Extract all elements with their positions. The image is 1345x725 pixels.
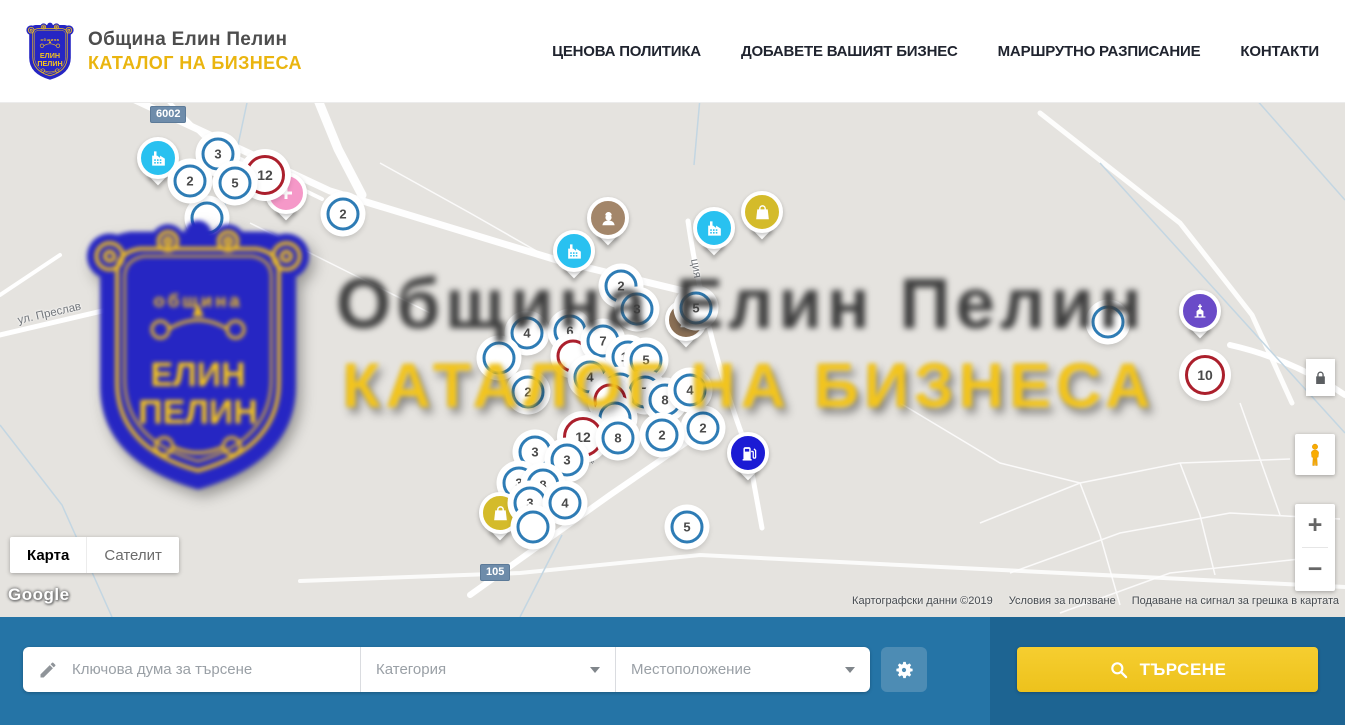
pencil-icon — [38, 660, 58, 680]
map-type-control: Карта Сателит — [10, 537, 179, 573]
map-attribution: Картографски данни ©2019 Условия за полз… — [852, 595, 1339, 607]
map-type-map-button[interactable]: Карта — [10, 537, 86, 573]
brand-title: Община Елин Пелин — [88, 28, 302, 52]
cluster-marker[interactable]: 8 — [602, 422, 635, 455]
municipality-crest-icon — [26, 21, 74, 81]
cluster-marker[interactable] — [517, 511, 550, 544]
keyword-search-input[interactable] — [70, 660, 345, 679]
zoom-control: + − — [1295, 504, 1335, 591]
factory-pin[interactable] — [553, 230, 595, 272]
search-button-label: ТЪРСЕНЕ — [1140, 660, 1227, 680]
cluster-marker[interactable]: 2 — [327, 198, 360, 231]
factory-icon — [553, 230, 595, 272]
cluster-marker[interactable]: 5 — [671, 511, 704, 544]
main-nav: ЦЕНОВА ПОЛИТИКА ДОБАВЕТЕ ВАШИЯТ БИЗНЕС М… — [552, 43, 1319, 60]
cluster-marker[interactable]: 2 — [646, 419, 679, 452]
factory-pin[interactable] — [137, 137, 179, 179]
pegman-button[interactable] — [1295, 434, 1335, 475]
cluster-marker[interactable]: 2 — [512, 376, 545, 409]
factory-icon — [137, 137, 179, 179]
cluster-marker[interactable] — [1092, 306, 1125, 339]
church-pin[interactable] — [1179, 290, 1221, 332]
attribution-copyright: Картографски данни ©2019 — [852, 595, 993, 607]
cluster-marker[interactable] — [191, 202, 224, 235]
cluster-marker[interactable]: 2 — [687, 412, 720, 445]
fuel-pin[interactable] — [727, 432, 769, 474]
cluster-marker[interactable]: 12 — [245, 155, 285, 195]
location-select[interactable]: Местоположение — [615, 647, 870, 692]
lock-icon — [1314, 370, 1327, 386]
nav-add-your-business[interactable]: ДОБАВЕТЕ ВАШИЯТ БИЗНЕС — [741, 43, 958, 60]
chevron-down-icon — [590, 667, 600, 673]
gear-icon — [893, 659, 915, 681]
shopping-pin[interactable] — [741, 191, 783, 233]
zoom-in-button[interactable]: + — [1295, 504, 1335, 547]
cluster-marker[interactable]: 5 — [630, 344, 663, 377]
site-logo[interactable]: Община Елин Пелин КАТАЛОГ НА БИЗНЕСА — [26, 21, 302, 81]
nav-contacts[interactable]: КОНТАКТИ — [1240, 43, 1319, 60]
church-icon — [1179, 290, 1221, 332]
search-fields-group: Категория Местоположение — [23, 647, 870, 692]
cluster-marker[interactable] — [483, 342, 516, 375]
search-icon — [1109, 660, 1129, 680]
cluster-marker[interactable]: 2 — [174, 165, 207, 198]
attribution-report-error-link[interactable]: Подаване на сигнал за грешка в картата — [1132, 595, 1339, 607]
factory-icon — [693, 207, 735, 249]
cluster-marker[interactable]: 3 — [519, 436, 552, 469]
cluster-marker[interactable]: 5 — [219, 167, 252, 200]
search-button[interactable]: ТЪРСЕНЕ — [1017, 647, 1318, 692]
attribution-terms-link[interactable]: Условия за ползване — [1009, 595, 1116, 607]
bag-icon — [741, 191, 783, 233]
cluster-marker[interactable]: 4 — [549, 487, 582, 520]
location-select-value: Местоположение — [631, 661, 751, 678]
keyword-field — [23, 647, 360, 692]
map-canvas[interactable]: 6002105ул. Преславциябул. „Новосел 32125… — [0, 103, 1345, 617]
google-logo[interactable]: Google — [8, 585, 70, 605]
header: Община Елин Пелин КАТАЛОГ НА БИЗНЕСА ЦЕН… — [0, 0, 1345, 103]
cluster-marker[interactable]: 10 — [1185, 355, 1225, 395]
cluster-marker[interactable]: 3 — [621, 293, 654, 326]
chevron-down-icon — [845, 667, 855, 673]
advanced-search-button[interactable] — [881, 647, 927, 692]
marker-layer: 32125223546713542278421282333834510 — [0, 103, 1345, 617]
map-type-satellite-button[interactable]: Сателит — [86, 537, 179, 573]
category-select[interactable]: Категория — [360, 647, 615, 692]
cluster-marker[interactable]: 4 — [511, 317, 544, 350]
cluster-marker[interactable]: 5 — [680, 292, 713, 325]
search-bar: Категория Местоположение ТЪРСЕНЕ — [0, 617, 1345, 725]
cluster-marker[interactable]: 3 — [551, 444, 584, 477]
cluster-marker[interactable]: 4 — [674, 374, 707, 407]
nav-pricing-policy[interactable]: ЦЕНОВА ПОЛИТИКА — [552, 43, 701, 60]
pegman-icon — [1306, 442, 1324, 468]
fuel-icon — [727, 432, 769, 474]
factory-pin[interactable] — [693, 207, 735, 249]
zoom-out-button[interactable]: − — [1295, 548, 1335, 591]
brand-subtitle: КАТАЛОГ НА БИЗНЕСА — [88, 52, 302, 75]
nav-route-schedule[interactable]: МАРШРУТНО РАЗПИСАНИЕ — [998, 43, 1201, 60]
cluster-marker[interactable]: 3 — [202, 138, 235, 171]
street-view-lock-button[interactable] — [1306, 359, 1335, 396]
category-select-value: Категория — [376, 661, 446, 678]
